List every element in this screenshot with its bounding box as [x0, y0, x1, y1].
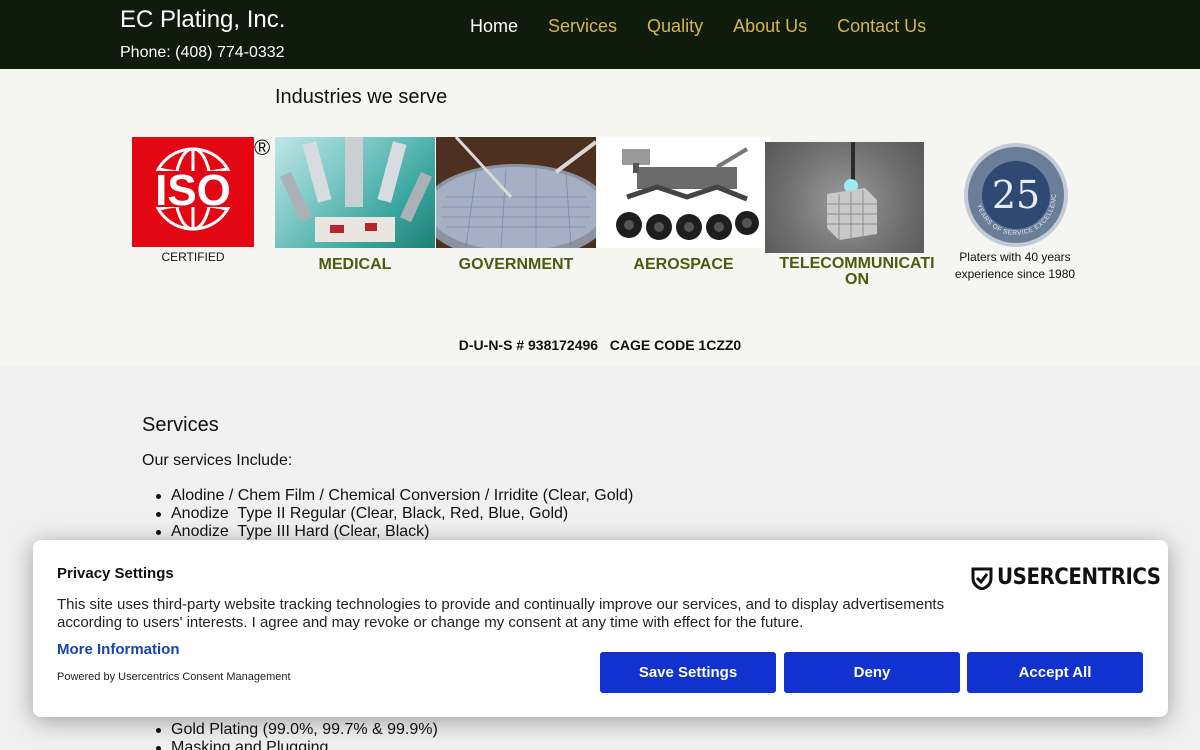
save-settings-button[interactable]: Save Settings [600, 652, 776, 693]
government-wafer-image [436, 137, 596, 248]
site-brand[interactable]: EC Plating, Inc. [120, 6, 285, 34]
powered-by-text: Powered by Usercentrics Consent Manageme… [57, 671, 291, 683]
service-years-badge: 25 YEARS OF SERVICE EXCELLENCE [963, 142, 1069, 248]
site-header: EC Plating, Inc. Phone: (408) 774-0332 H… [0, 0, 1200, 69]
duns-cage-code: D-U-N-S # 938172496 CAGE CODE 1CZZ0 [458, 337, 742, 353]
services-intro: Our services Include: [142, 452, 293, 469]
registered-mark: ® [254, 135, 271, 160]
services-list-continued: Gold Plating (99.0%, 99.7% & 99.9%) Mask… [156, 721, 438, 750]
iso-certified-caption: CERTIFIED [161, 250, 225, 264]
nav-contact-us[interactable]: Contact Us [837, 16, 926, 37]
shield-check-icon [971, 567, 993, 590]
iso-logo: ISO [132, 137, 254, 247]
phone-number: Phone: (408) 774-0332 [120, 44, 285, 61]
privacy-consent-banner: Privacy Settings USERCENTRICS This site … [33, 540, 1168, 717]
services-list: Alodine / Chem Film / Chemical Conversio… [155, 487, 634, 541]
svg-text:25: 25 [992, 173, 1040, 217]
more-information-link[interactable]: More Information [57, 641, 180, 658]
main-nav: Home Services Quality About Us Contact U… [470, 16, 926, 37]
deny-button[interactable]: Deny [784, 652, 960, 693]
services-title: Services [142, 414, 219, 436]
list-item: Anodize Type III Hard (Clear, Black) [155, 523, 633, 541]
aerospace-rover-image [597, 137, 770, 248]
nav-home[interactable]: Home [470, 16, 518, 37]
usercentrics-logo: USERCENTRICS [971, 565, 1179, 590]
list-item: Gold Plating (99.0%, 99.7% & 99.9%) [156, 721, 438, 738]
consent-title: Privacy Settings [57, 565, 174, 582]
svg-text:ISO: ISO [155, 166, 231, 215]
industry-label-telecommunication: TELECOMMUNICATI ON [779, 255, 935, 288]
list-item: Alodine / Chem Film / Chemical Conversio… [155, 487, 634, 504]
nav-about-us[interactable]: About Us [733, 16, 807, 37]
list-item: Masking and Plugging [156, 739, 438, 750]
list-item: Anodize Type II Regular (Clear, Black, R… [155, 505, 633, 523]
medical-robot-image [275, 137, 435, 248]
nav-quality[interactable]: Quality [647, 16, 703, 37]
telecommunication-cube-image [765, 142, 924, 253]
industries-section: Industries we serve ISO ® CERTIFIED MEDI… [0, 69, 1200, 366]
industry-label-aerospace: AEROSPACE [633, 256, 734, 273]
service-years-caption: Platers with 40 years experience since 1… [954, 250, 1076, 281]
industry-label-government: GOVERNMENT [458, 256, 574, 273]
accept-all-button[interactable]: Accept All [967, 652, 1143, 693]
nav-services[interactable]: Services [548, 16, 617, 37]
industry-label-medical: MEDICAL [318, 256, 392, 273]
industries-title: Industries we serve [275, 86, 448, 108]
consent-description: This site uses third-party website track… [57, 596, 945, 631]
